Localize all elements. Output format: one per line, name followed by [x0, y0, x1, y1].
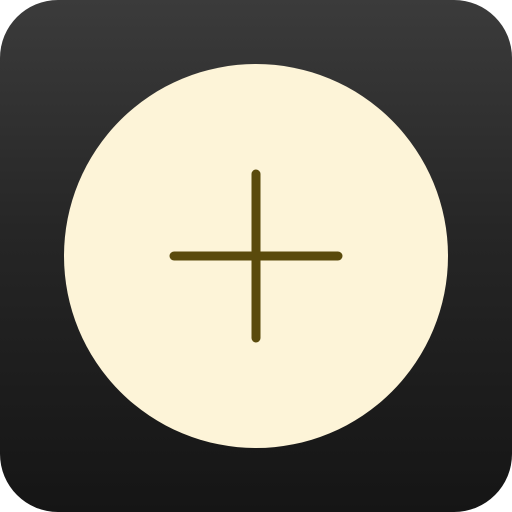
plus-icon: [169, 169, 343, 343]
add-button[interactable]: [64, 64, 448, 448]
app-icon: [0, 0, 512, 512]
